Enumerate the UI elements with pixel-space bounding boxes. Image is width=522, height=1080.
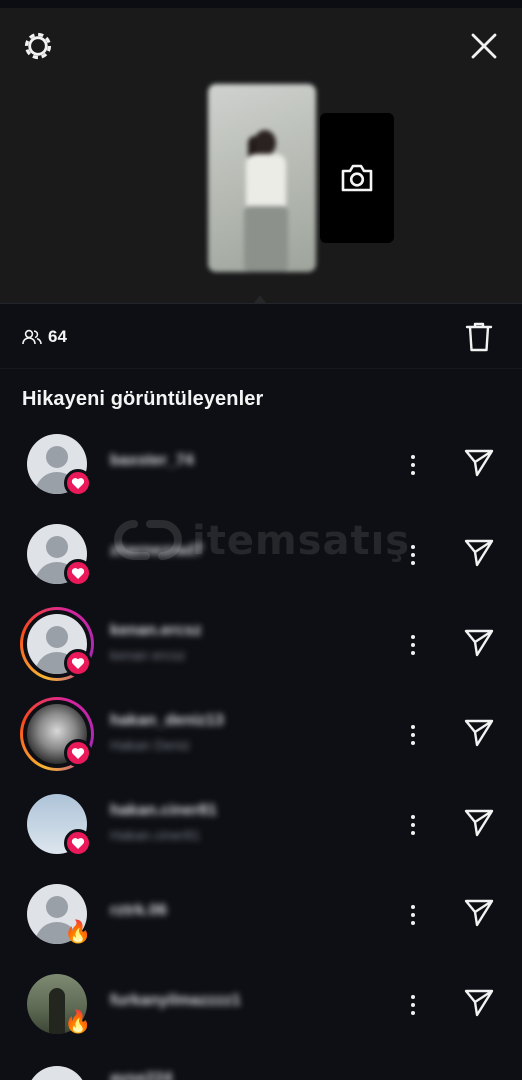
close-button[interactable] — [464, 26, 504, 66]
avatar[interactable]: 🔥 — [20, 967, 94, 1041]
viewer-count: 64 — [22, 324, 67, 350]
divider — [0, 303, 522, 304]
heart-reaction-icon — [64, 739, 92, 767]
send-message-button[interactable] — [460, 894, 498, 932]
viewer-row[interactable]: 🔥 furkanyilmazzzz1 — [0, 962, 522, 1052]
camera-icon — [341, 164, 373, 192]
send-message-button[interactable] — [460, 624, 498, 662]
more-options-button[interactable] — [400, 988, 426, 1022]
viewer-row[interactable]: kenan.ercsz kenan ercsz — [0, 602, 522, 692]
settings-button[interactable] — [18, 26, 58, 66]
heart-reaction-icon — [64, 469, 92, 497]
viewer-row[interactable]: baxster_74 — [0, 422, 522, 512]
avatar[interactable] — [27, 1066, 87, 1080]
heart-reaction-icon — [64, 649, 92, 677]
viewer-username[interactable]: ayse224 — [110, 1070, 172, 1080]
avatar[interactable] — [20, 697, 94, 771]
fire-reaction-icon: 🔥 — [64, 919, 92, 944]
send-message-button[interactable] — [460, 534, 498, 572]
heart-reaction-icon — [64, 829, 92, 857]
viewer-full-name: Hakan.ciner81 — [110, 827, 201, 843]
send-message-button[interactable] — [460, 714, 498, 752]
selected-story-pointer — [236, 295, 284, 303]
send-message-button[interactable] — [460, 804, 498, 842]
viewer-row[interactable]: hakan.ciner81 Hakan.ciner81 — [0, 782, 522, 872]
viewer-username[interactable]: zhernezrad7 — [110, 542, 203, 560]
trash-icon — [465, 322, 493, 352]
more-options-button[interactable] — [400, 898, 426, 932]
heart-reaction-icon — [64, 559, 92, 587]
more-options-button[interactable] — [400, 628, 426, 662]
viewers-section-title: Hikayeni görüntüleyenler — [22, 388, 264, 410]
avatar[interactable]: 🔥 — [20, 877, 94, 951]
delete-story-button[interactable] — [460, 318, 498, 356]
send-message-button[interactable] — [460, 444, 498, 482]
fire-reaction-icon: 🔥 — [64, 1009, 92, 1034]
send-icon — [464, 809, 494, 837]
divider — [0, 368, 522, 369]
more-options-button[interactable] — [400, 448, 426, 482]
gear-icon — [24, 32, 52, 60]
avatar[interactable] — [20, 427, 94, 501]
viewer-username[interactable]: baxster_74 — [110, 452, 194, 470]
add-story-button[interactable] — [320, 113, 394, 243]
send-icon — [464, 899, 494, 927]
viewer-username[interactable]: furkanyilmazzzz1 — [110, 992, 241, 1010]
send-icon — [464, 539, 494, 567]
viewer-username[interactable]: hakan.ciner81 — [110, 802, 217, 820]
send-message-button[interactable] — [460, 984, 498, 1022]
send-icon — [464, 989, 494, 1017]
avatar[interactable] — [20, 607, 94, 681]
story-thumbnail[interactable] — [208, 84, 316, 272]
people-icon — [22, 329, 42, 345]
viewer-row[interactable]: 🔥 rztrk.06 — [0, 872, 522, 962]
viewer-full-name: Hakan Deniz — [110, 737, 191, 753]
close-icon — [471, 33, 497, 59]
viewer-username[interactable]: kenan.ercsz — [110, 622, 202, 640]
send-icon — [464, 629, 494, 657]
avatar[interactable] — [20, 517, 94, 591]
viewer-username[interactable]: rztrk.06 — [110, 902, 167, 920]
viewer-count-value: 64 — [48, 327, 67, 346]
avatar[interactable] — [20, 787, 94, 861]
more-options-button[interactable] — [400, 538, 426, 572]
more-options-button[interactable] — [400, 718, 426, 752]
send-icon — [464, 719, 494, 747]
viewer-full-name: kenan ercsz — [110, 647, 186, 663]
send-icon — [464, 449, 494, 477]
viewer-row[interactable]: zhernezrad7 — [0, 512, 522, 602]
status-bar-strip — [0, 0, 522, 8]
more-options-button[interactable] — [400, 808, 426, 842]
viewer-row[interactable]: hakan_deniz13 Hakan Deniz — [0, 692, 522, 782]
viewer-username[interactable]: hakan_deniz13 — [110, 712, 224, 730]
